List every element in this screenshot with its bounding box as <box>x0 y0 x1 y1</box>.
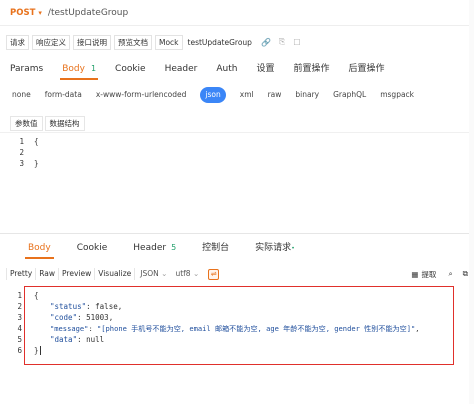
panel-divider[interactable] <box>0 233 474 234</box>
tab-actual-request[interactable]: 实际请求• <box>255 237 295 259</box>
text-cursor <box>40 346 41 355</box>
preview-button[interactable]: Preview <box>59 268 96 280</box>
extract-icon[interactable]: ▦ <box>411 270 418 279</box>
tab-response-header[interactable]: Header 5 <box>133 237 176 259</box>
tab-api-description[interactable]: 接口说明 <box>73 34 111 50</box>
response-tabs: Body Cookie Header 5 控制台 实际请求• <box>0 237 474 259</box>
json-comma: , <box>108 313 114 322</box>
request-tabs: Params Body 1 Cookie Header Auth 设置 前置操作 … <box>0 58 474 80</box>
response-actions: ▦ 提取 ⌕ ⧉ <box>411 266 468 282</box>
status-dot-icon: • <box>291 245 295 252</box>
json-key: "data" <box>50 335 78 344</box>
encoding-select[interactable]: utf8 ⌄ <box>172 268 202 280</box>
line-number: 4 <box>17 324 22 333</box>
search-icon[interactable]: ⌕ <box>448 269 452 279</box>
line-number: 5 <box>17 335 22 344</box>
raw-button[interactable]: Raw <box>36 268 60 280</box>
url-input[interactable]: /testUpdateGroup <box>48 8 128 18</box>
code-line: } <box>34 159 39 168</box>
tab-body-label: Body <box>62 64 85 74</box>
json-comma: , <box>415 324 420 333</box>
tab-preview-doc[interactable]: 预览文档 <box>114 34 152 50</box>
chevron-down-icon: ⌄ <box>192 269 200 278</box>
method-selector[interactable]: POST <box>10 8 35 18</box>
tab-response-header-label: Header <box>133 243 167 253</box>
json-open-brace: { <box>34 291 39 300</box>
format-value: JSON <box>140 269 159 278</box>
body-sub-tabs: 参数值 数据结构 <box>10 116 87 131</box>
tab-response-definition[interactable]: 响应定义 <box>32 34 70 50</box>
tab-param-values[interactable]: 参数值 <box>10 116 43 131</box>
tab-response-cookie[interactable]: Cookie <box>77 237 108 259</box>
url-bar: POST ▾ /testUpdateGroup <box>0 0 474 26</box>
tab-settings[interactable]: 设置 <box>256 58 274 80</box>
json-line: "code": 51003, <box>50 313 114 322</box>
json-value: 51003 <box>86 313 109 322</box>
vertical-scrollbar[interactable] <box>469 0 474 404</box>
body-type-raw[interactable]: raw <box>268 87 282 103</box>
json-line: "data": null <box>50 335 105 344</box>
body-type-form-data[interactable]: form-data <box>45 87 82 103</box>
body-type-binary[interactable]: binary <box>295 87 319 103</box>
tab-header[interactable]: Header <box>165 58 198 80</box>
tab-console[interactable]: 控制台 <box>202 237 229 259</box>
line-number: 1 <box>19 137 24 146</box>
json-close-brace: } <box>34 346 39 355</box>
body-type-none[interactable]: none <box>12 87 31 103</box>
api-name: testUpdateGroup <box>185 35 254 49</box>
json-comma: , <box>117 302 123 311</box>
line-number: 2 <box>17 302 22 311</box>
tab-params[interactable]: Params <box>10 58 43 80</box>
line-number: 3 <box>17 313 22 322</box>
body-count-badge: 1 <box>90 64 97 73</box>
json-key: "message" <box>50 324 89 333</box>
json-key: "code" <box>50 313 78 322</box>
body-type-graphql[interactable]: GraphQL <box>333 87 366 103</box>
tab-auth[interactable]: Auth <box>216 58 237 80</box>
request-body-editor[interactable]: 1 2 3 { } <box>0 132 474 230</box>
json-value: false <box>95 302 118 311</box>
pretty-button[interactable]: Pretty <box>6 268 37 280</box>
line-number: 6 <box>17 346 22 355</box>
copy-icon[interactable]: ⧉ <box>463 269 468 279</box>
json-key: "status" <box>50 302 87 311</box>
body-type-msgpack[interactable]: msgpack <box>380 87 414 103</box>
tab-response-body[interactable]: Body <box>25 237 54 259</box>
tab-body[interactable]: Body 1 <box>60 58 98 80</box>
tab-cookie[interactable]: Cookie <box>115 58 146 80</box>
json-line: "message": "[phone 手机号不能为空, email 邮箱不能为空… <box>50 324 420 333</box>
copy-icon[interactable]: ⎘ <box>279 37 285 47</box>
json-value: null <box>86 335 105 344</box>
header-count-badge: 5 <box>171 243 177 252</box>
body-type-json[interactable]: json <box>200 87 226 103</box>
body-type-xml[interactable]: xml <box>240 87 254 103</box>
wrap-lines-icon[interactable]: ⇌ <box>208 268 220 280</box>
extract-button[interactable]: 提取 <box>421 269 436 280</box>
line-number: 1 <box>17 291 22 300</box>
chevron-down-icon[interactable]: ▾ <box>38 9 42 17</box>
code-line: { <box>34 137 39 146</box>
tab-request[interactable]: 请求 <box>6 34 29 50</box>
visualize-button[interactable]: Visualize <box>95 268 136 280</box>
body-type-urlencoded[interactable]: x-www-form-urlencoded <box>96 87 187 103</box>
json-line: "status": false, <box>50 302 123 311</box>
body-type-options: none form-data x-www-form-urlencoded jso… <box>0 87 428 103</box>
json-value: "[phone 手机号不能为空, email 邮箱不能为空, age 年龄不能为… <box>96 324 416 333</box>
chevron-down-icon: ⌄ <box>161 269 168 278</box>
square-icon[interactable]: ☐ <box>293 38 300 47</box>
line-number: 2 <box>19 148 24 157</box>
tab-pre-actions[interactable]: 前置操作 <box>293 58 329 80</box>
response-toolbar: Pretty Raw Preview Visualize JSON ⌄ utf8… <box>0 266 474 282</box>
tab-post-actions[interactable]: 后置操作 <box>349 58 385 80</box>
tab-mock[interactable]: Mock <box>155 34 183 50</box>
format-select[interactable]: JSON ⌄ <box>137 268 170 280</box>
tab-actual-request-label: 实际请求 <box>255 243 292 253</box>
tool-tabs: 请求 响应定义 接口说明 预览文档 Mock testUpdateGroup 🔗… <box>0 34 304 50</box>
link-icon[interactable]: 🔗 <box>261 38 271 47</box>
tab-data-structure[interactable]: 数据结构 <box>44 116 85 131</box>
encoding-value: utf8 <box>175 269 191 278</box>
line-number: 3 <box>19 159 24 168</box>
